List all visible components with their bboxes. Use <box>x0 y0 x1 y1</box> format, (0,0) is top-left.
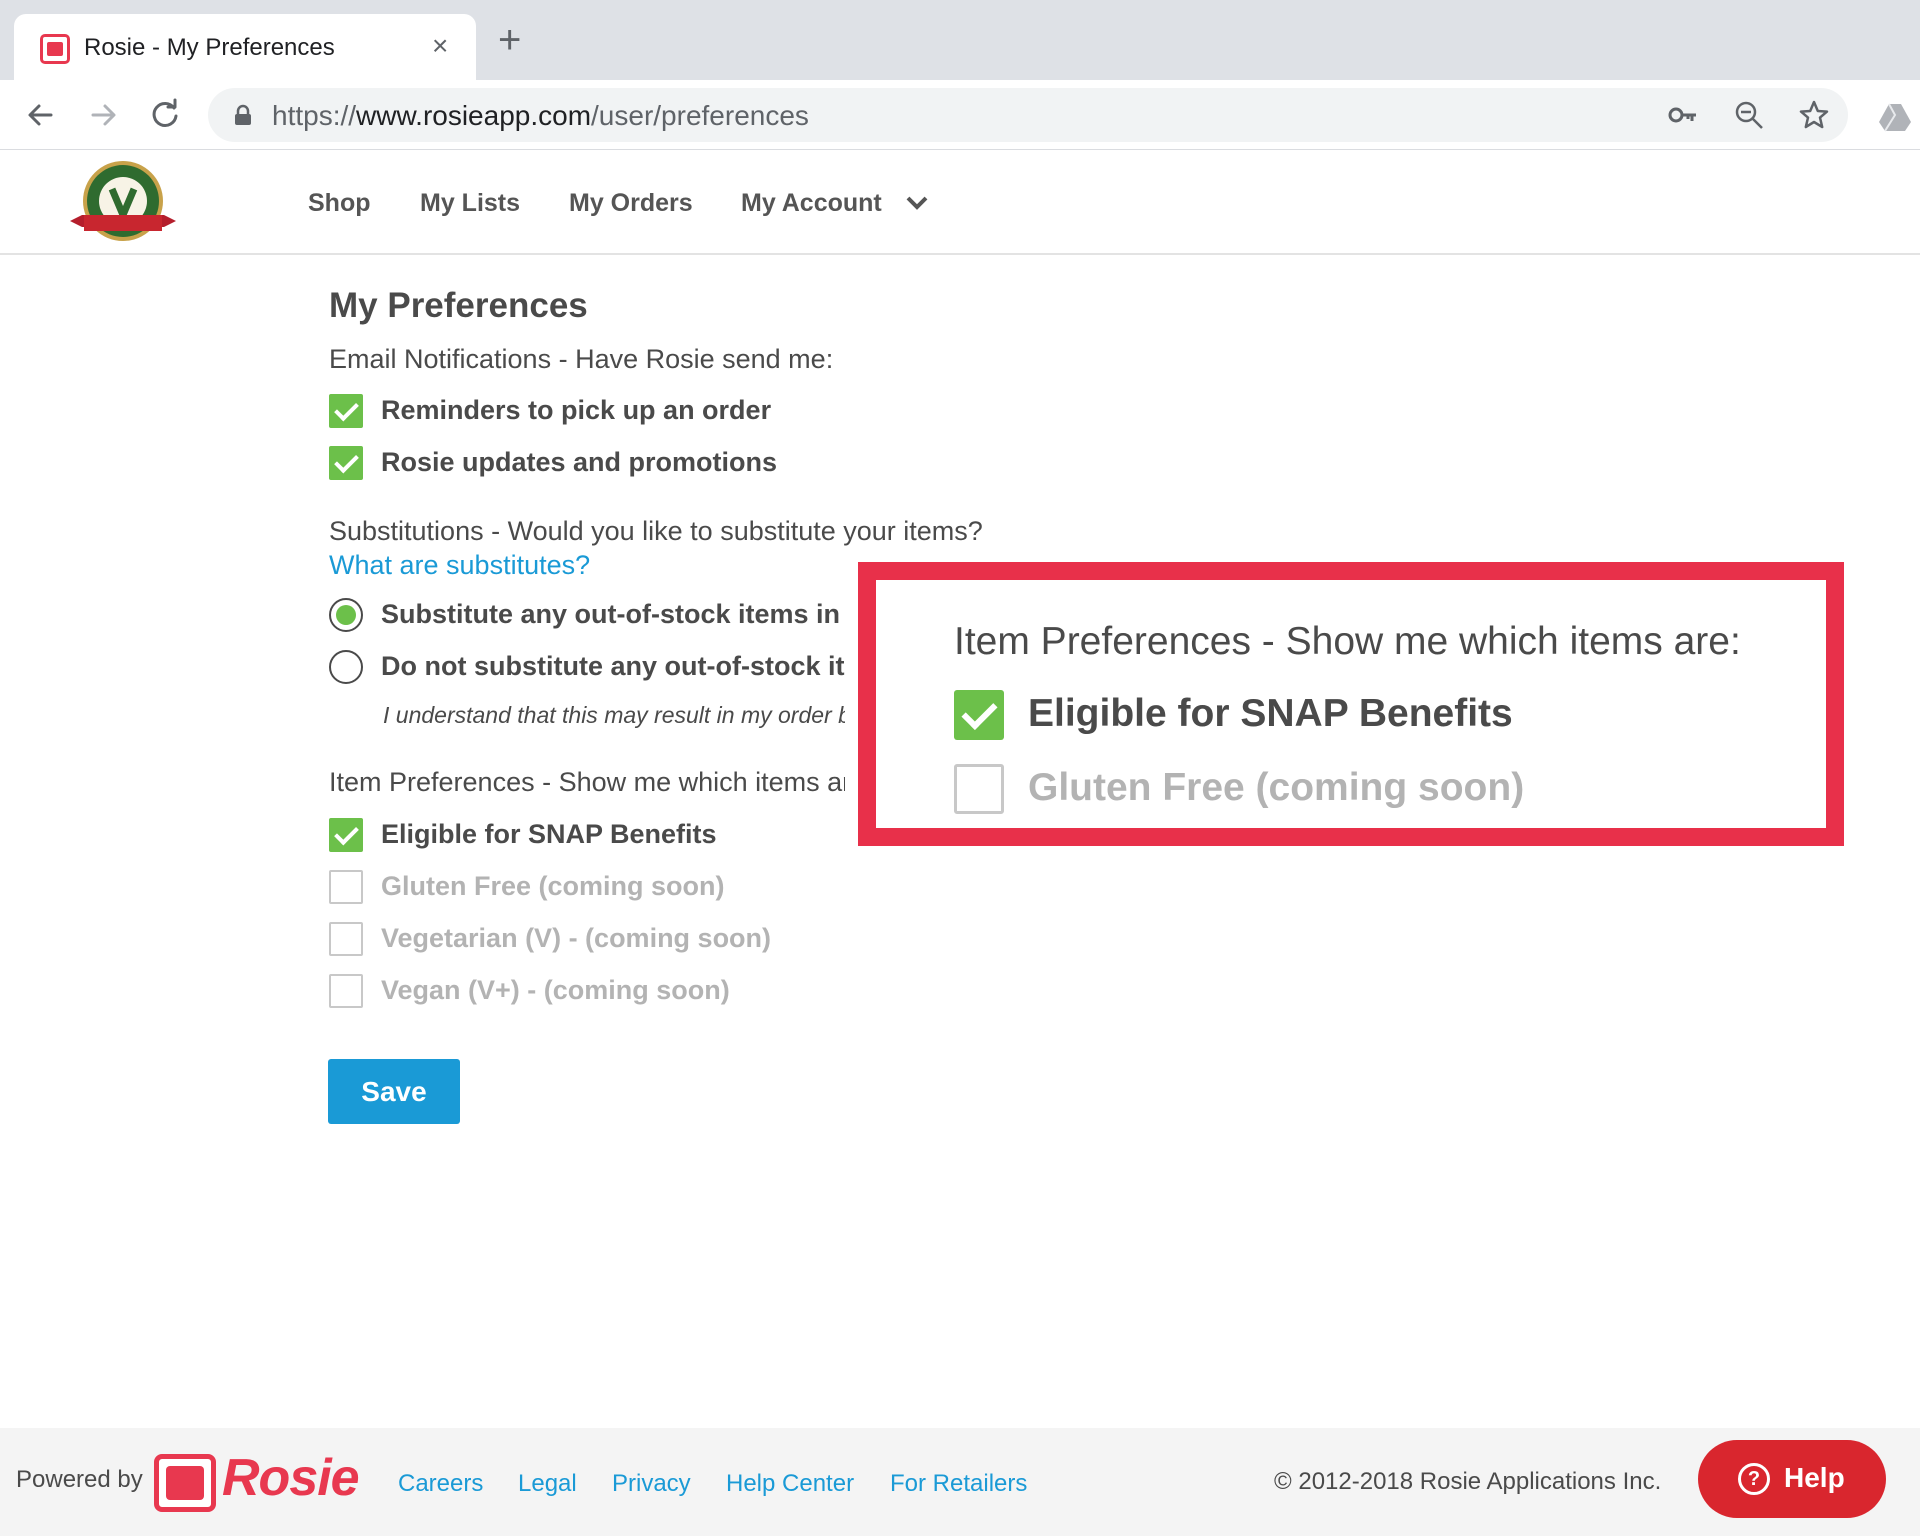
option-label: Rosie updates and promotions <box>381 447 778 477</box>
callout-item-label: Gluten Free (coming soon) <box>1028 766 1525 809</box>
callout-item-label: Eligible for SNAP Benefits <box>1028 692 1513 735</box>
footer-link-privacy[interactable]: Privacy <box>612 1470 691 1498</box>
nav-my-account[interactable]: My Account <box>741 189 928 218</box>
item-pref-label-clip: Item Preferences - Show me which items a… <box>329 767 845 807</box>
url-path: /user/preferences <box>591 100 809 131</box>
footer-link-legal[interactable]: Legal <box>518 1470 577 1498</box>
callout-title: Item Preferences - Show me which items a… <box>954 620 1741 663</box>
substitutions-label: Substitutions - Would you like to substi… <box>329 516 983 546</box>
browser-tab-strip: Rosie - My Preferences × + <box>0 0 1920 80</box>
zoom-icon[interactable] <box>1734 100 1764 130</box>
footer-link-for-retailers[interactable]: For Retailers <box>890 1470 1027 1498</box>
copyright-text: © 2012-2018 Rosie Applications Inc. <box>1274 1468 1662 1495</box>
checkbox-checked[interactable] <box>329 394 363 428</box>
address-bar[interactable]: https://www.rosieapp.com/user/preference… <box>208 88 1848 142</box>
nav-my-orders[interactable]: My Orders <box>569 189 693 218</box>
browser-toolbar: https://www.rosieapp.com/user/preference… <box>0 80 1920 150</box>
what-are-substitutes-link[interactable]: What are substitutes? <box>329 550 590 581</box>
radio-selected[interactable] <box>329 598 363 632</box>
substitution-disclaimer: I understand that this may result in my … <box>383 702 845 728</box>
back-arrow-icon[interactable] <box>20 94 62 136</box>
star-icon[interactable] <box>1798 99 1830 131</box>
key-icon[interactable] <box>1668 102 1698 128</box>
checkbox-checked <box>954 690 1004 740</box>
store-logo[interactable] <box>68 159 178 249</box>
email-section-label: Email Notifications - Have Rosie send me… <box>329 344 834 374</box>
tab-title: Rosie - My Preferences <box>84 34 335 61</box>
reload-icon[interactable] <box>144 94 186 136</box>
option-label: Eligible for SNAP Benefits <box>381 819 717 849</box>
save-button[interactable]: Save <box>328 1059 460 1124</box>
help-button[interactable]: ? Help <box>1698 1440 1886 1518</box>
rosie-logo-icon <box>154 1454 216 1512</box>
footer-link-careers[interactable]: Careers <box>398 1470 483 1498</box>
url-scheme: https:// <box>272 100 357 131</box>
footer-link-help-center[interactable]: Help Center <box>726 1470 854 1498</box>
option-label: Vegan (V+) - (coming soon) <box>381 975 730 1005</box>
option-label: Do not substitute any out-of-stock items… <box>381 651 845 681</box>
browser-tab[interactable]: Rosie - My Preferences × <box>14 14 476 80</box>
lock-icon <box>235 104 251 125</box>
help-label: Help <box>1784 1462 1845 1493</box>
rosie-favicon-icon <box>40 34 70 64</box>
new-tab-button[interactable]: + <box>498 20 521 60</box>
url-host: www.rosieapp.com <box>356 100 592 131</box>
page-title: My Preferences <box>329 286 588 325</box>
nav-my-lists[interactable]: My Lists <box>420 189 520 218</box>
checkbox-disabled <box>329 870 363 904</box>
checkbox-disabled <box>329 922 363 956</box>
option-label: Substitute any out-of-stock items in my … <box>381 599 845 629</box>
checkbox-disabled <box>954 764 1004 814</box>
nav-my-account-label: My Account <box>741 189 882 217</box>
question-icon: ? <box>1738 1463 1770 1495</box>
checkbox-disabled <box>954 836 1004 846</box>
chevron-down-icon <box>906 196 928 210</box>
drive-icon[interactable] <box>1878 102 1912 132</box>
rosie-wordmark[interactable]: Rosie <box>222 1448 360 1508</box>
forward-arrow-icon[interactable] <box>82 94 124 136</box>
option-label: Vegetarian (V) - (coming soon) <box>381 923 772 953</box>
checkbox-checked[interactable] <box>329 446 363 480</box>
radio-unselected[interactable] <box>329 650 363 684</box>
powered-by-text: Powered by <box>16 1466 143 1493</box>
nav-shop[interactable]: Shop <box>308 189 371 218</box>
site-header: Shop My Lists My Orders My Account <box>0 151 1920 255</box>
url-text: https://www.rosieapp.com/user/preference… <box>272 100 809 132</box>
option-label: Gluten Free (coming soon) <box>381 871 725 901</box>
checkbox-checked[interactable] <box>329 818 363 852</box>
substitution-options: Substitute any out-of-stock items in my … <box>329 598 845 738</box>
close-tab-icon[interactable]: × <box>432 30 448 62</box>
item-pref-label: Item Preferences - Show me which items a… <box>329 767 845 797</box>
option-label: Reminders to pick up an order <box>381 395 772 425</box>
zoom-callout: Item Preferences - Show me which items a… <box>858 562 1844 846</box>
footer: Powered by Rosie Careers Legal Privacy H… <box>0 1428 1920 1536</box>
checkbox-disabled <box>329 974 363 1008</box>
